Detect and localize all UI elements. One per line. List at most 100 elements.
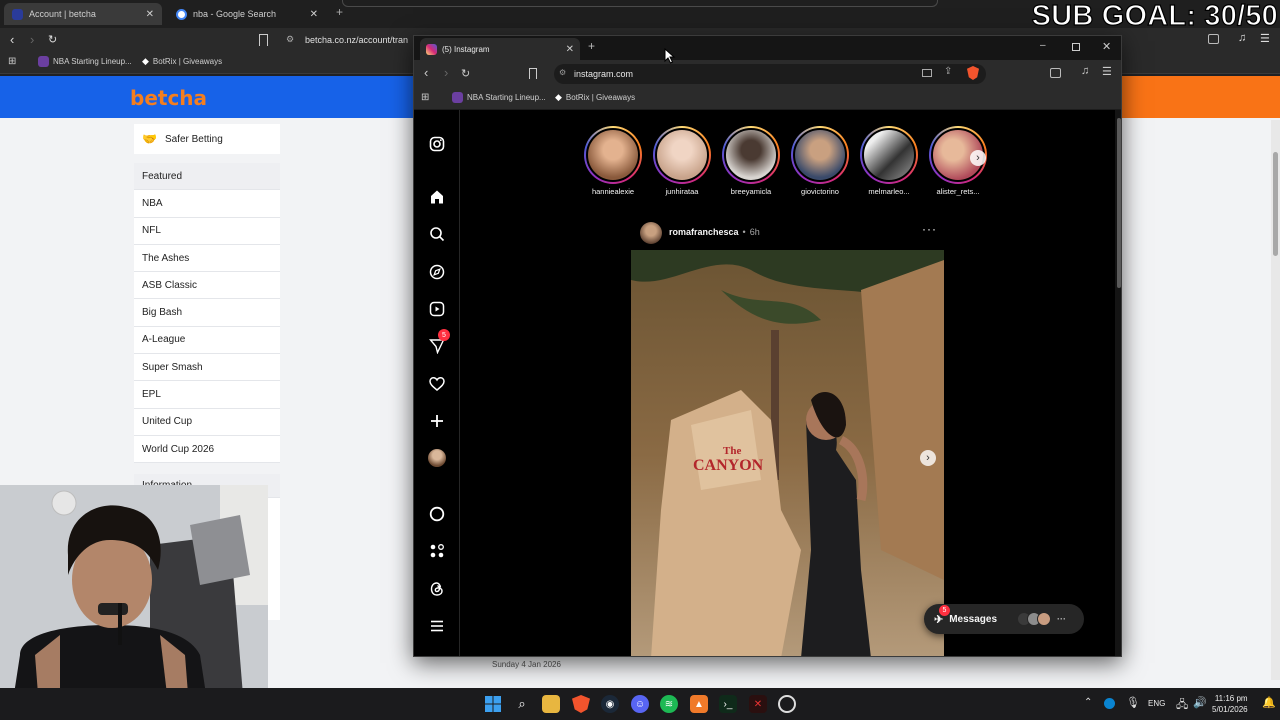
bookmark-nba[interactable]: NBA Starting Lineup... — [452, 92, 546, 103]
featured-item-asb-classic[interactable]: ASB Classic — [134, 272, 280, 300]
reload-icon[interactable]: ↻ — [461, 67, 470, 80]
apps-grid-icon[interactable]: ⊞ — [8, 56, 16, 67]
menu-icon[interactable]: ☰ — [1102, 65, 1112, 78]
story-item[interactable]: melmarleo... — [858, 126, 920, 196]
create-icon[interactable] — [427, 411, 447, 431]
back-icon[interactable]: ‹ — [424, 65, 428, 80]
featured-item-epl[interactable]: EPL — [134, 381, 280, 409]
discord-icon[interactable]: ☺ — [631, 695, 649, 713]
new-tab-icon[interactable]: + — [336, 5, 343, 19]
ig-scrollbar[interactable] — [1115, 110, 1121, 656]
volume-icon[interactable]: 🔊 — [1193, 696, 1207, 709]
meta-ai-icon[interactable] — [427, 504, 447, 524]
safer-betting-card[interactable]: 🤝 Safer Betting — [134, 124, 280, 154]
share-icon[interactable]: ⇪ — [944, 66, 952, 77]
terminal-icon[interactable]: ›_ — [719, 695, 737, 713]
profile-icon[interactable] — [427, 448, 447, 468]
cast-icon[interactable] — [922, 69, 932, 77]
stories-next-icon[interactable]: › — [970, 150, 986, 166]
bookmark-botrix[interactable]: ◆ BotRix | Giveaways — [142, 56, 222, 67]
post-options-icon[interactable]: ··· — [922, 222, 937, 236]
post-author-avatar[interactable] — [640, 222, 662, 244]
reload-icon[interactable]: ↻ — [48, 33, 57, 46]
site-info-icon[interactable]: ⚙ — [286, 34, 294, 45]
close-icon[interactable]: ✕ — [566, 44, 574, 55]
story-ring — [722, 126, 780, 184]
brave-icon[interactable] — [572, 695, 590, 713]
messages-icon[interactable]: 5 — [427, 329, 450, 356]
featured-item-a-league[interactable]: A-League — [134, 327, 280, 355]
close-icon[interactable]: ✕ — [146, 9, 154, 20]
windows-start-icon[interactable] — [484, 695, 502, 713]
post-image[interactable]: The CANYON › — [631, 250, 944, 656]
apps-grid-icon[interactable]: ⊞ — [421, 92, 429, 103]
close-icon[interactable]: ✕ — [310, 9, 318, 20]
featured-item-nfl[interactable]: NFL — [134, 218, 280, 245]
story-item[interactable]: giovictorino — [789, 126, 851, 196]
featured-item-super-smash[interactable]: Super Smash — [134, 354, 280, 382]
featured-item-world-cup-2026[interactable]: World Cup 2026 — [134, 436, 280, 464]
clock[interactable]: 11:16 pm 5/01/2026 — [1212, 693, 1248, 715]
home-icon[interactable] — [427, 187, 447, 207]
bookmark-icon[interactable] — [259, 34, 268, 46]
search-icon[interactable] — [427, 224, 447, 244]
bookmark-nba[interactable]: NBA Starting Lineup... — [38, 56, 132, 67]
address-bar[interactable]: betcha.co.nz/account/tran — [305, 35, 408, 45]
betcha-logo[interactable]: betcha — [130, 86, 207, 110]
tab-instagram[interactable]: (5) Instagram ✕ — [420, 38, 580, 60]
maximize-icon[interactable] — [1072, 43, 1080, 51]
tab-betcha[interactable]: Account | betcha ✕ — [4, 3, 162, 25]
tab-google-search[interactable]: nba - Google Search ✕ — [168, 3, 326, 25]
login-button[interactable] — [1120, 76, 1280, 118]
sidebar-icon[interactable] — [1050, 68, 1061, 78]
obs-icon[interactable] — [778, 695, 796, 713]
instagram-logo-icon[interactable] — [427, 134, 447, 154]
network-icon[interactable]: 🖧 — [1176, 696, 1188, 715]
file-explorer-icon[interactable] — [542, 695, 560, 713]
featured-item-big-bash[interactable]: Big Bash — [134, 299, 280, 327]
search-icon[interactable]: ⌕ — [513, 695, 531, 713]
featured-item-the-ashes[interactable]: The Ashes — [134, 245, 280, 273]
page-scrollbar[interactable] — [1271, 120, 1280, 680]
story-item[interactable]: hanniealexie — [582, 126, 644, 196]
forward-icon[interactable]: › — [30, 32, 34, 47]
tray-overflow-icon[interactable]: ⌃ — [1084, 697, 1092, 708]
menu-icon[interactable]: ☰ — [1260, 32, 1270, 45]
explore-icon[interactable] — [427, 262, 447, 282]
new-tab-icon[interactable]: + — [588, 39, 595, 53]
also-from-meta-icon[interactable] — [427, 541, 447, 561]
forward-icon[interactable]: › — [444, 65, 448, 80]
post-username[interactable]: romafranchesca — [669, 227, 739, 237]
minimize-icon[interactable]: – — [1040, 40, 1046, 51]
more-messages-label: ··· — [1057, 614, 1067, 624]
language-indicator[interactable]: ENG — [1148, 699, 1165, 708]
spotify-icon[interactable]: ≋ — [660, 695, 678, 713]
threads-icon[interactable] — [427, 579, 447, 599]
app-icon[interactable]: ▲ — [690, 695, 708, 713]
onedrive-icon[interactable] — [1104, 698, 1115, 709]
messages-button[interactable]: ✈ 5 Messages ··· — [924, 604, 1084, 634]
notifications-icon[interactable] — [427, 374, 447, 394]
bookmark-botrix[interactable]: ◆ BotRix | Giveaways — [555, 92, 635, 103]
site-info-icon[interactable]: ⚙ — [559, 68, 566, 77]
post-time[interactable]: 6h — [750, 227, 760, 237]
featured-item-nba[interactable]: NBA — [134, 190, 280, 218]
app-x-icon[interactable]: ✕ — [749, 695, 767, 713]
scrollbar-thumb[interactable] — [1273, 152, 1278, 256]
notification-icon[interactable]: 🔔 — [1262, 696, 1276, 709]
media-icon[interactable]: ♫ — [1081, 65, 1089, 77]
steam-icon[interactable]: ◉ — [601, 695, 619, 713]
reels-icon[interactable] — [427, 299, 447, 319]
back-icon[interactable]: ‹ — [10, 32, 14, 47]
carousel-next-icon[interactable]: › — [920, 450, 936, 466]
window-close-icon[interactable]: ✕ — [1102, 40, 1111, 53]
bookmark-icon[interactable] — [529, 68, 537, 79]
microphone-icon[interactable]: 🎙 — [1126, 696, 1140, 709]
more-icon[interactable] — [427, 616, 447, 636]
media-icon[interactable]: ♫ — [1238, 32, 1246, 44]
featured-item-united-cup[interactable]: United Cup — [134, 409, 280, 436]
story-item[interactable]: junhirataa — [651, 126, 713, 196]
sidebar-icon[interactable] — [1208, 34, 1219, 44]
scrollbar-thumb[interactable] — [1117, 118, 1121, 288]
story-item[interactable]: breeyamicla — [720, 126, 782, 196]
